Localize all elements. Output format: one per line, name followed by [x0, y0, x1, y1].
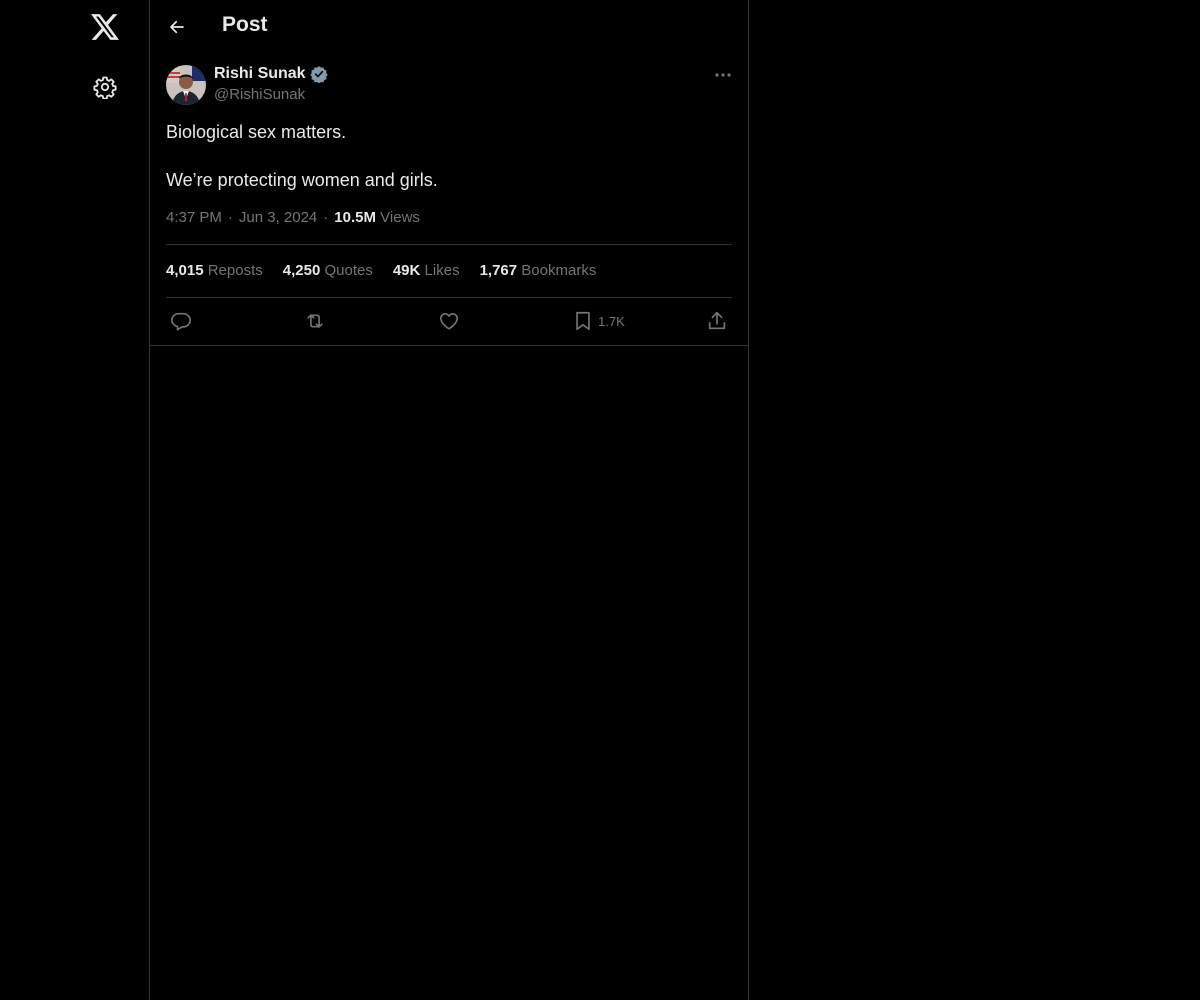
- bookmarks-count: 1,767: [479, 262, 518, 279]
- post-line: Biological sex matters.: [166, 122, 347, 142]
- divider: [166, 297, 732, 298]
- meta-separator: ·: [323, 209, 329, 226]
- views-label: Views: [380, 209, 420, 226]
- like-button[interactable]: [438, 309, 460, 333]
- share-icon: [706, 310, 728, 332]
- heart-icon: [438, 310, 460, 332]
- left-nav: [0, 0, 149, 1000]
- reply-button[interactable]: [170, 309, 192, 333]
- meta-separator: ·: [227, 209, 233, 226]
- views: 10.5M Views: [334, 209, 420, 226]
- bookmark-count: 1.7K: [598, 313, 625, 329]
- likes-count: 49K: [392, 262, 421, 279]
- more-horizontal-icon[interactable]: [712, 66, 734, 84]
- quotes-stat[interactable]: 4,250 Quotes: [283, 262, 373, 279]
- reposts-label: Reposts: [207, 262, 263, 279]
- arrow-left-icon[interactable]: [166, 16, 188, 38]
- post-column: Post Rishi Sunak @RishiSunak Biological …: [149, 0, 749, 1000]
- author-name-text: Rishi Sunak: [214, 65, 306, 82]
- bookmark-button[interactable]: 1.7K: [572, 309, 625, 333]
- bookmark-icon: [572, 310, 594, 332]
- divider: [166, 244, 732, 245]
- bookmarks-label: Bookmarks: [521, 262, 597, 279]
- post-line: We’re protecting women and girls.: [166, 170, 438, 190]
- post-date[interactable]: Jun 3, 2024: [239, 209, 317, 226]
- reply-icon: [170, 310, 192, 332]
- reposts-count: 4,015: [166, 262, 204, 279]
- post-meta: 4:37 PM · Jun 3, 2024 · 10.5M Views: [166, 209, 420, 226]
- author-name[interactable]: Rishi Sunak: [214, 65, 328, 83]
- share-button[interactable]: [706, 309, 728, 333]
- reposts-stat[interactable]: 4,015 Reposts: [166, 262, 263, 279]
- x-logo-icon[interactable]: [90, 12, 120, 42]
- bookmarks-stat[interactable]: 1,767 Bookmarks: [480, 262, 597, 279]
- post-stats: 4,015 Reposts 4,250 Quotes 49K Likes 1,7…: [166, 262, 596, 279]
- post-text: Biological sex matters. We’re protecting…: [166, 120, 732, 216]
- divider: [150, 345, 748, 346]
- gear-icon[interactable]: [92, 74, 118, 100]
- author-handle[interactable]: @RishiSunak: [214, 86, 305, 103]
- quotes-count: 4,250: [282, 262, 321, 279]
- avatar[interactable]: [166, 65, 206, 105]
- post-header: Post: [150, 0, 748, 54]
- likes-stat[interactable]: 49K Likes: [393, 262, 460, 279]
- likes-label: Likes: [424, 262, 460, 279]
- quotes-label: Quotes: [324, 262, 373, 279]
- page-title: Post: [222, 13, 268, 36]
- post-time[interactable]: 4:37 PM: [166, 209, 222, 226]
- repost-icon: [304, 310, 326, 332]
- views-count: 10.5M: [334, 209, 376, 226]
- repost-button[interactable]: [304, 309, 326, 333]
- verified-badge-icon: [309, 65, 328, 83]
- action-bar: 1.7K: [166, 309, 732, 333]
